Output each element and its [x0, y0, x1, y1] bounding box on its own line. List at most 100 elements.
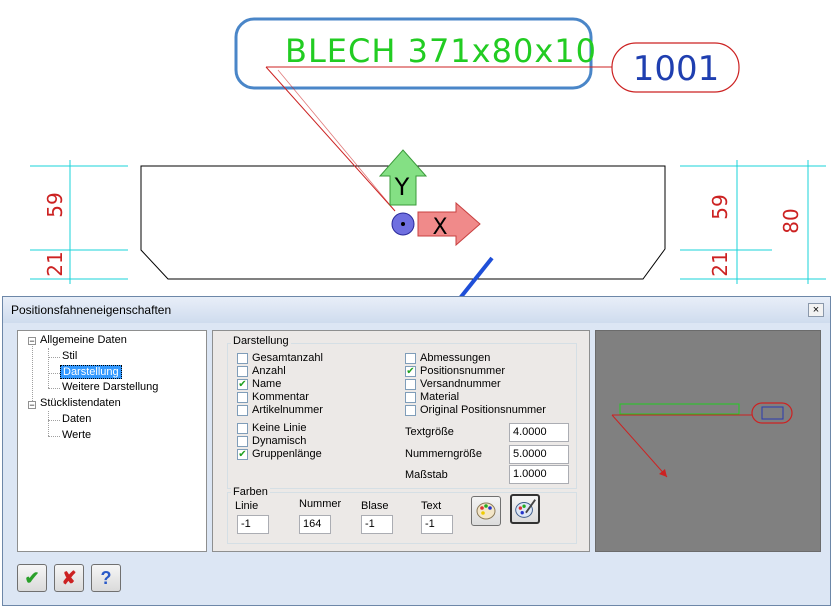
preview-number-bubble — [751, 402, 793, 424]
checkbox-label: Dynamisch — [252, 435, 307, 447]
tree-line — [32, 341, 33, 405]
close-button[interactable]: × — [808, 303, 824, 317]
checkbox-label: Keine Linie — [252, 422, 307, 434]
settings-panel: Darstellung Gesamtanzahl Anzahl ✔ Name Ko… — [212, 330, 590, 552]
checkmark-icon[interactable]: ✔ — [237, 448, 248, 460]
preview-text-box — [619, 403, 740, 415]
linie-label: Linie — [235, 500, 259, 512]
blase-color-input[interactable]: -1 — [361, 515, 393, 534]
checkbox-positionsnummer[interactable]: ✔ Positionsnummer — [405, 365, 505, 377]
help-button[interactable]: ? — [91, 564, 121, 592]
cancel-button[interactable]: ✘ — [54, 564, 84, 592]
checkbox-box[interactable] — [237, 422, 248, 434]
checkbox-gesamtanzahl[interactable]: Gesamtanzahl — [237, 352, 323, 364]
checkbox-box[interactable] — [405, 404, 416, 416]
dialog-titlebar: Positionsfahneneigenschaften × — [3, 297, 830, 323]
tree-item-weitere-darstellung[interactable]: Weitere Darstellung — [62, 381, 158, 393]
linie-color-input[interactable]: -1 — [237, 515, 269, 534]
preview-leader — [611, 414, 668, 478]
checkbox-anzahl[interactable]: Anzahl — [237, 365, 286, 377]
checkbox-label: Original Positionsnummer — [420, 404, 546, 416]
preview-number-box — [761, 406, 784, 420]
x-axis-label: X — [432, 215, 447, 240]
right-dimension — [680, 160, 826, 284]
ok-button[interactable]: ✔ — [17, 564, 47, 592]
position-flag-properties-dialog: Positionsfahneneigenschaften × − Allgeme… — [2, 296, 831, 606]
checkbox-keine-linie[interactable]: Keine Linie — [237, 422, 306, 434]
cad-drawing-canvas: 59 21 59 21 80 BLECH 371x80x10 1001 Y X — [30, 17, 826, 300]
tree-item-daten[interactable]: Daten — [62, 413, 91, 425]
farben-group-label: Farben — [231, 486, 270, 498]
checkbox-artikelnummer[interactable]: Artikelnummer — [237, 404, 323, 416]
checkbox-label: Artikelnummer — [252, 404, 323, 416]
tree-line — [48, 436, 60, 437]
tree-expand-icon[interactable]: − — [28, 337, 36, 346]
checkbox-box[interactable] — [405, 391, 416, 403]
checkbox-label: Abmessungen — [420, 352, 491, 364]
checkbox-label: Kommentar — [252, 391, 309, 403]
massstab-input[interactable]: 1.0000 — [509, 465, 569, 484]
tree-item-stil[interactable]: Stil — [62, 350, 77, 362]
checkbox-box[interactable] — [237, 391, 248, 403]
checkbox-kommentar[interactable]: Kommentar — [237, 391, 309, 403]
x-axis-arrow — [417, 201, 481, 247]
checkbox-box[interactable] — [237, 404, 248, 416]
preview-panel — [595, 330, 821, 552]
tree-line — [48, 411, 49, 436]
leader-line-2 — [277, 69, 396, 212]
nummer-label: Nummer — [299, 498, 342, 510]
checkbox-box[interactable] — [237, 352, 248, 364]
checkbox-abmessungen[interactable]: Abmessungen — [405, 352, 490, 364]
blase-label: Blase — [361, 500, 389, 512]
checkbox-original-positionsnummer[interactable]: Original Positionsnummer — [405, 404, 546, 416]
checkbox-label: Gruppenlänge — [252, 448, 322, 460]
text-color-input[interactable]: -1 — [421, 515, 453, 534]
checkmark-icon[interactable]: ✔ — [405, 365, 416, 377]
tree-item-darstellung[interactable]: Darstellung — [60, 365, 122, 379]
palette-icon — [476, 502, 496, 520]
darstellung-group-label: Darstellung — [231, 335, 291, 347]
checkbox-dynamisch[interactable]: Dynamisch — [237, 435, 306, 447]
checkbox-name[interactable]: ✔ Name — [237, 378, 281, 390]
checkbox-label: Positionsnummer — [420, 365, 505, 377]
nummerngroesse-input[interactable]: 5.0000 — [509, 445, 569, 464]
color-palette-button[interactable] — [471, 496, 501, 526]
checkbox-gruppenlaenge[interactable]: ✔ Gruppenlänge — [237, 448, 322, 460]
dim-right-total-text: 80 — [779, 208, 803, 233]
tree-line — [48, 388, 60, 389]
checkbox-label: Name — [252, 378, 282, 390]
nummer-color-input[interactable]: 164 — [299, 515, 331, 534]
tree-item-werte[interactable]: Werte — [62, 429, 91, 441]
dim-left-top-text: 59 — [43, 192, 67, 217]
tree-line — [48, 373, 60, 374]
tree-line — [48, 357, 60, 358]
y-axis-label: Y — [394, 173, 410, 201]
checkbox-material[interactable]: Material — [405, 391, 459, 403]
tree-item-stuecklistendaten[interactable]: Stücklistendaten — [40, 397, 121, 409]
checkbox-box[interactable] — [237, 365, 248, 377]
nummerngroesse-label: Nummerngröße — [405, 448, 483, 460]
checkmark-icon[interactable]: ✔ — [237, 378, 248, 390]
dialog-title: Positionsfahneneigenschaften — [11, 303, 172, 317]
tree-line — [48, 348, 49, 388]
checkbox-box[interactable] — [237, 435, 248, 447]
tree-expand-icon[interactable]: − — [28, 401, 36, 410]
category-tree[interactable]: − Allgemeine Daten Stil Darstellung Weit… — [17, 330, 207, 552]
color-palette-active-button[interactable] — [510, 494, 540, 524]
checkbox-label: Versandnummer — [420, 378, 501, 390]
checkbox-label: Anzahl — [252, 365, 286, 377]
position-number-text: 1001 — [633, 49, 720, 89]
preview-leader-arrow — [659, 469, 667, 477]
dim-right-top-text: 59 — [708, 194, 732, 219]
checkbox-versandnummer[interactable]: Versandnummer — [405, 378, 501, 390]
checkbox-box[interactable] — [405, 378, 416, 390]
textgroesse-label: Textgröße — [405, 426, 454, 438]
checkbox-box[interactable] — [405, 352, 416, 364]
textgroesse-input[interactable]: 4.0000 — [509, 423, 569, 442]
origin-center — [401, 222, 405, 226]
preview-drawing — [611, 402, 793, 478]
dim-left-bottom-text: 21 — [43, 251, 67, 276]
tree-item-allgemeine-daten[interactable]: Allgemeine Daten — [40, 334, 127, 346]
dim-right-bottom-text: 21 — [708, 251, 732, 276]
tree-line — [48, 420, 60, 421]
